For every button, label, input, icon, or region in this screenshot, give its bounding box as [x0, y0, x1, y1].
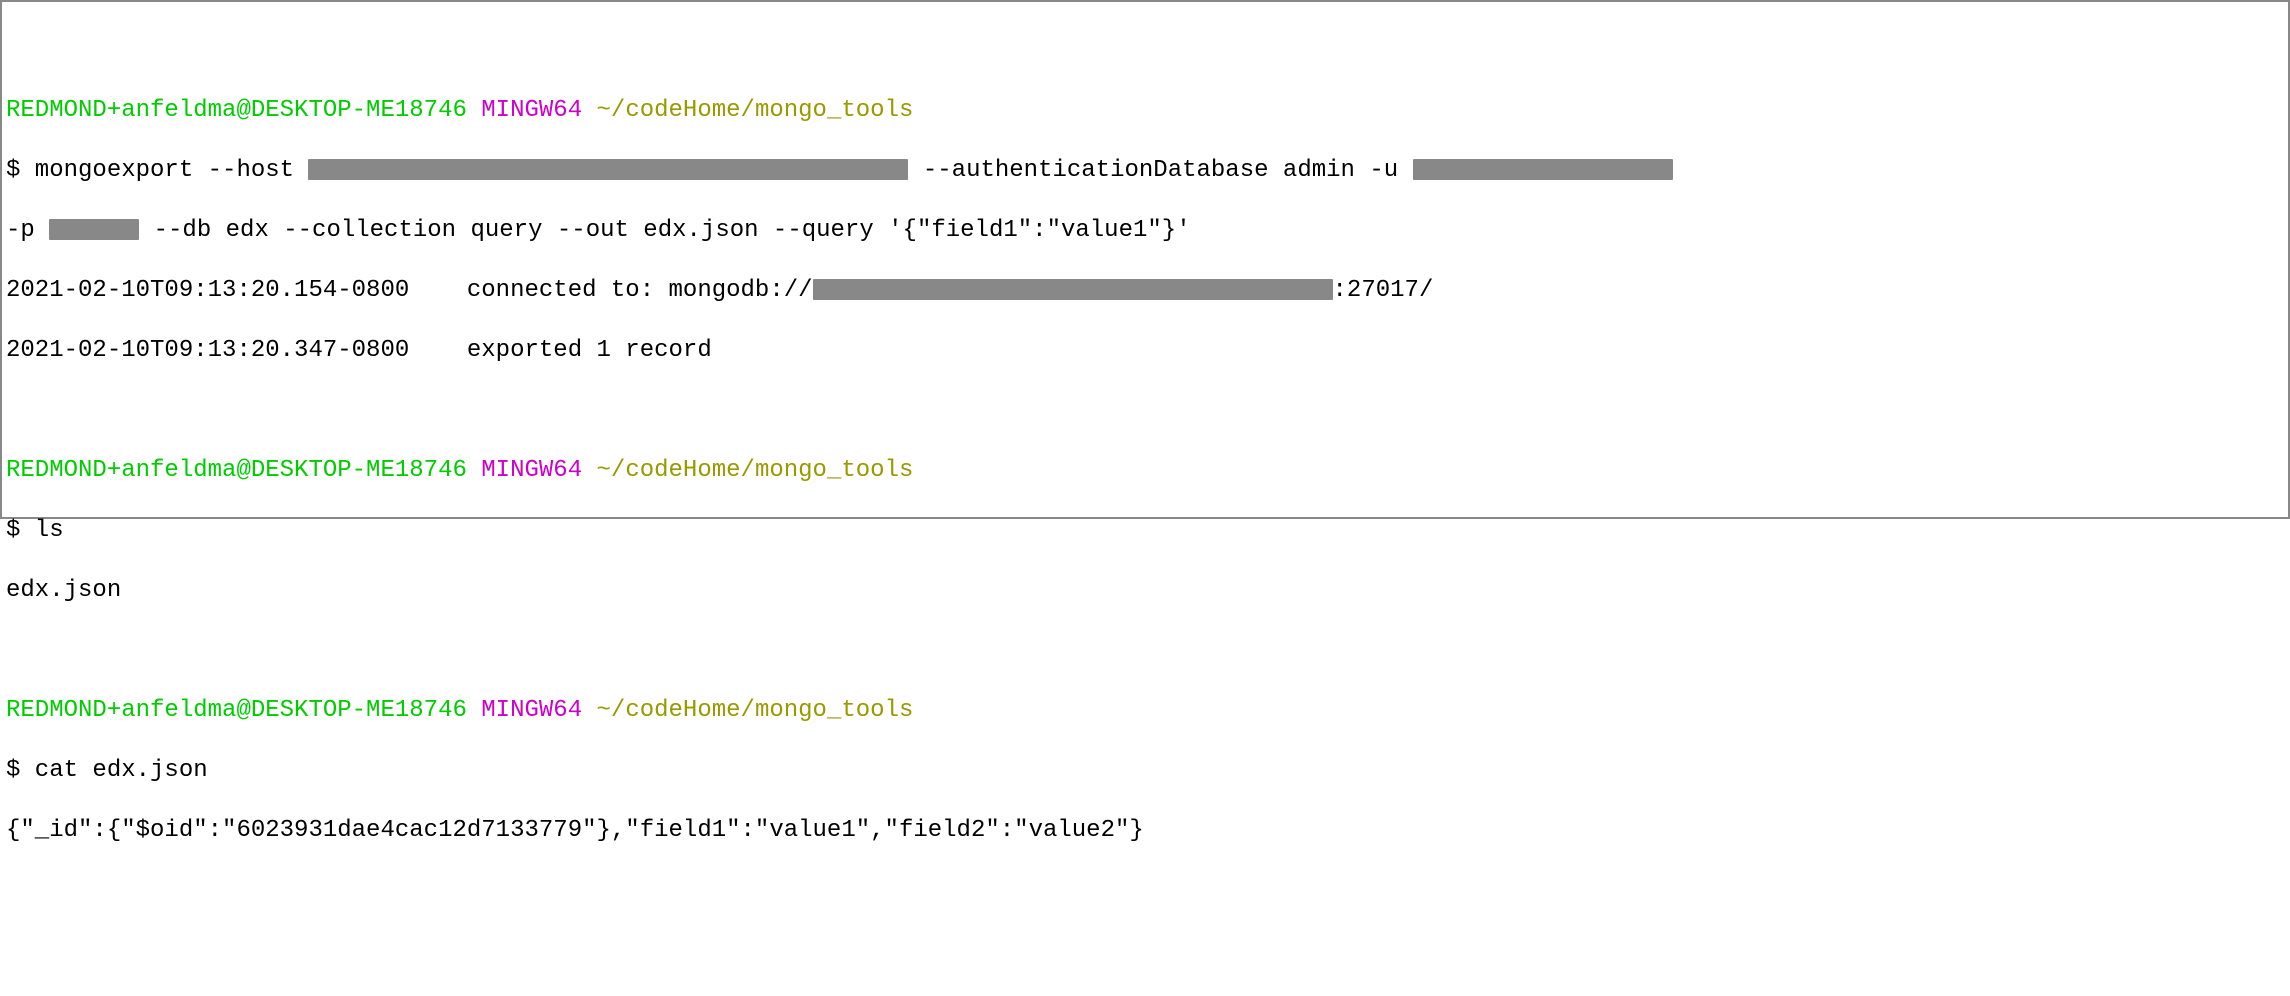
- cmd-text: -p: [6, 217, 49, 244]
- blank-line: [6, 636, 2284, 666]
- prompt-env: MINGW64: [481, 697, 582, 724]
- redacted-password: [49, 219, 139, 241]
- prompt-line-3: REDMOND+anfeldma@DESKTOP-ME18746 MINGW64…: [6, 696, 2284, 726]
- prompt-env: MINGW64: [481, 457, 582, 484]
- command-mongoexport-line2: -p --db edx --collection query --out edx…: [6, 216, 2284, 246]
- command-ls: $ ls: [6, 516, 2284, 546]
- prompt-path: ~/codeHome/mongo_tools: [597, 697, 914, 724]
- blank-line: [6, 396, 2284, 426]
- prompt-path: ~/codeHome/mongo_tools: [597, 97, 914, 124]
- redacted-host: [308, 159, 908, 181]
- prompt-path: ~/codeHome/mongo_tools: [597, 457, 914, 484]
- output-cat-json: {"_id":{"$oid":"6023931dae4cac12d7133779…: [6, 816, 2284, 846]
- command-cat: $ cat edx.json: [6, 756, 2284, 786]
- cmd-text: $ mongoexport --host: [6, 157, 308, 184]
- command-mongoexport-line1: $ mongoexport --host --authenticationDat…: [6, 156, 2284, 186]
- cmd-text: --authenticationDatabase admin -u: [908, 157, 1412, 184]
- output-exported: 2021-02-10T09:13:20.347-0800 exported 1 …: [6, 336, 2284, 366]
- output-connected: 2021-02-10T09:13:20.154-0800 connected t…: [6, 276, 2284, 306]
- redacted-connection: [813, 279, 1333, 301]
- prompt-user: REDMOND+anfeldma@DESKTOP-ME18746: [6, 97, 467, 124]
- prompt-line-1: REDMOND+anfeldma@DESKTOP-ME18746 MINGW64…: [6, 96, 2284, 126]
- prompt-user: REDMOND+anfeldma@DESKTOP-ME18746: [6, 697, 467, 724]
- prompt-user: REDMOND+anfeldma@DESKTOP-ME18746: [6, 457, 467, 484]
- output-ls: edx.json: [6, 576, 2284, 606]
- output-text: :27017/: [1333, 277, 1434, 304]
- output-text: 2021-02-10T09:13:20.154-0800 connected t…: [6, 277, 813, 304]
- prompt-env: MINGW64: [481, 97, 582, 124]
- cmd-text: --db edx --collection query --out edx.js…: [139, 217, 1190, 244]
- redacted-user: [1413, 159, 1673, 181]
- prompt-line-2: REDMOND+anfeldma@DESKTOP-ME18746 MINGW64…: [6, 456, 2284, 486]
